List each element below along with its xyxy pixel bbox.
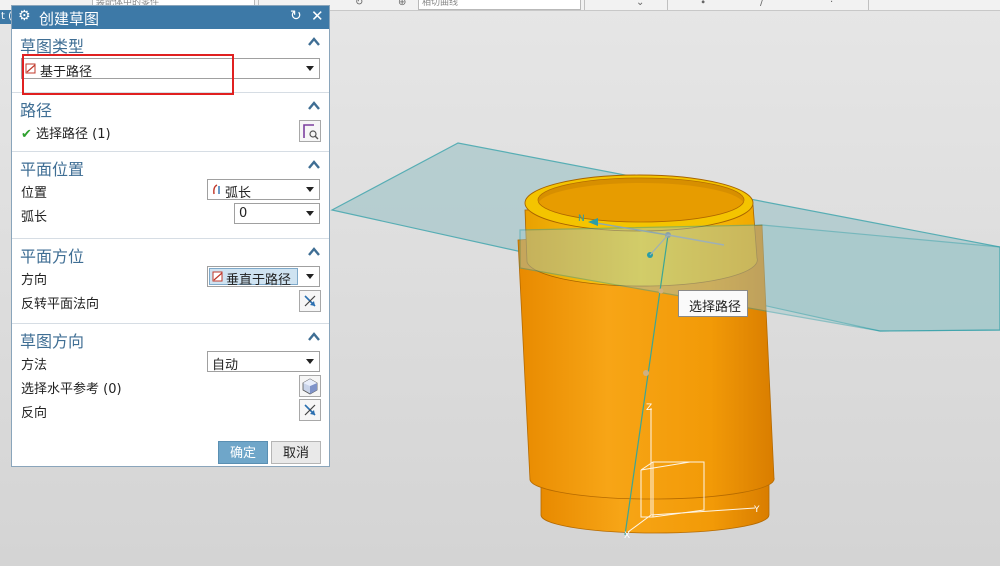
selection-tooltip: 选择路径	[678, 290, 748, 317]
direction-select[interactable]: 垂直于路径	[207, 266, 320, 288]
section-title: 平面方位	[20, 247, 85, 266]
chevron-down-icon	[306, 66, 314, 71]
check-icon: ✔	[21, 127, 32, 142]
reverse-label: 反向	[21, 406, 48, 421]
curve-rule-icon[interactable]: ⊕	[398, 0, 406, 8]
reverse-normal-button[interactable]	[299, 290, 321, 312]
filter-icon[interactable]: ⌄	[636, 0, 644, 8]
horizontal-ref-label: 选择水平参考 (0)	[21, 382, 122, 397]
path-point	[658, 288, 664, 294]
horizontal-ref-row: 选择水平参考 (0)	[12, 374, 329, 398]
reset-icon[interactable]: ↻	[290, 8, 302, 24]
section-title: 路径	[20, 101, 53, 120]
gear-icon[interactable]: ⚙	[18, 8, 31, 24]
dialog-title: 创建草图	[39, 10, 100, 28]
end-point-icon[interactable]: /	[760, 0, 763, 8]
arc-length-label: 弧长	[21, 210, 48, 225]
section-sketch-orientation: 草图方向 方法 自动 选择水平参考 (0) 反向	[12, 324, 329, 434]
section-header[interactable]: 平面方位	[12, 239, 329, 266]
section-title: 平面位置	[20, 160, 85, 179]
ok-button[interactable]: 确定	[218, 441, 268, 464]
axis-label-y: Y	[753, 505, 760, 515]
sketch-type-select[interactable]: 基于路径	[21, 58, 320, 80]
section-header[interactable]: 草图方向	[12, 324, 329, 351]
reverse-row: 反向	[12, 398, 329, 422]
axis-label-z: Z	[646, 403, 652, 413]
chevron-up-icon[interactable]	[305, 328, 323, 346]
method-label: 方法	[21, 358, 48, 373]
create-sketch-dialog: ⚙ 创建草图 ↻ ✕ 草图类型 基于路径 路径 ✔ 选择路径 (1) 平面位置 …	[11, 5, 330, 467]
chevron-up-icon[interactable]	[305, 156, 323, 174]
direction-label: 方向	[21, 273, 48, 288]
section-header[interactable]: 平面位置	[12, 152, 329, 179]
sketch-type-icon	[25, 63, 36, 74]
method-value: 自动	[212, 358, 239, 373]
section-title: 草图类型	[20, 37, 85, 56]
path-select-button[interactable]	[299, 120, 321, 142]
location-row: 位置 弧长	[12, 178, 329, 202]
chevron-up-icon[interactable]	[305, 33, 323, 51]
location-value: 弧长	[225, 186, 252, 201]
horizontal-ref-button[interactable]	[299, 375, 321, 397]
chevron-down-icon	[306, 211, 314, 216]
reverse-icon	[304, 404, 316, 416]
curve-rule-field[interactable]: 相切曲线	[418, 0, 581, 10]
method-select[interactable]: 自动	[207, 351, 320, 373]
select-path-row[interactable]: ✔ 选择路径 (1)	[12, 119, 329, 143]
path-select-icon	[303, 124, 319, 140]
section-header[interactable]: 草图类型	[12, 29, 329, 56]
reverse-normal-row: 反转平面法向	[12, 289, 329, 313]
axis-label-n: N	[578, 214, 585, 224]
mid-point-icon[interactable]: ·	[830, 0, 833, 8]
toolbar-separator	[868, 0, 869, 10]
chevron-up-icon[interactable]	[305, 243, 323, 261]
chevron-down-icon	[306, 274, 314, 279]
section-plane-orientation: 平面方位 方向 垂直于路径 反转平面法向	[12, 239, 329, 324]
select-path-text: 选择路径 (1)	[36, 127, 111, 142]
method-row: 方法 自动	[12, 350, 329, 374]
axis-label-x: X	[624, 531, 630, 541]
location-select[interactable]: 弧长	[207, 179, 320, 201]
section-header[interactable]: 路径	[12, 93, 329, 120]
direction-value: 垂直于路径	[226, 273, 292, 288]
reverse-button[interactable]	[299, 399, 321, 421]
dialog-titlebar[interactable]: ⚙ 创建草图 ↻ ✕	[12, 6, 329, 29]
dialog-footer: 确定 取消	[12, 436, 329, 466]
point-snap-icon[interactable]: ∙	[700, 0, 706, 8]
toolbar-separator	[584, 0, 585, 10]
cancel-button[interactable]: 取消	[271, 441, 321, 464]
arc-length-icon	[213, 184, 220, 195]
arc-length-row: 弧长 0	[12, 202, 329, 226]
direction-row: 方向 垂直于路径	[12, 265, 329, 289]
arc-length-value: 0	[239, 206, 248, 221]
perpendicular-icon	[212, 271, 223, 282]
toolbar-separator	[667, 0, 668, 10]
section-sketch-type: 草图类型 基于路径	[12, 29, 329, 93]
snap-icon[interactable]: ↻	[355, 0, 363, 8]
section-plane-location: 平面位置 位置 弧长 弧长 0	[12, 152, 329, 239]
close-icon[interactable]: ✕	[311, 7, 324, 25]
location-label: 位置	[21, 186, 48, 201]
arc-length-input[interactable]: 0	[234, 203, 320, 224]
horizontal-ref-icon	[302, 378, 318, 395]
tooltip-text: 选择路径	[689, 300, 742, 315]
select-path-label: ✔ 选择路径 (1)	[21, 123, 111, 142]
chevron-down-icon	[306, 187, 314, 192]
reverse-normal-icon	[304, 295, 316, 307]
sketch-type-value: 基于路径	[40, 65, 93, 80]
reverse-normal-label: 反转平面法向	[21, 297, 100, 312]
path-point	[643, 370, 649, 376]
section-path: 路径 ✔ 选择路径 (1)	[12, 93, 329, 152]
chevron-down-icon	[306, 359, 314, 364]
chevron-up-icon[interactable]	[305, 97, 323, 115]
section-title: 草图方向	[20, 332, 85, 351]
